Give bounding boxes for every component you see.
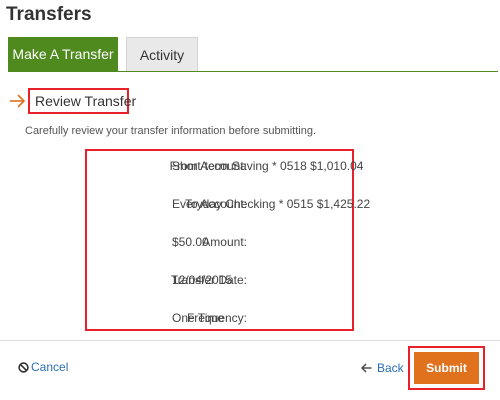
detail-label: Amount:: [202, 235, 247, 249]
review-instructions: Carefully review your transfer informati…: [25, 125, 317, 137]
detail-value: 12/04/2015: [172, 273, 233, 287]
cancel-circle-icon: [18, 361, 29, 373]
detail-value: Short-term Saving * 0518 $1,010.04: [172, 159, 364, 173]
detail-value: One Time: [172, 311, 225, 325]
submit-button[interactable]: Submit: [414, 352, 479, 384]
cancel-link[interactable]: Cancel: [18, 360, 68, 374]
cancel-label: Cancel: [31, 360, 69, 374]
tab-activity[interactable]: Activity: [126, 37, 198, 72]
arrow-left-icon: [361, 363, 372, 373]
tab-make-a-transfer[interactable]: Make A Transfer: [8, 37, 118, 72]
detail-row-frequency: Frequency: One Time: [87, 311, 352, 327]
tab-underline: [8, 71, 498, 72]
back-link[interactable]: Back: [361, 361, 404, 375]
tab-bar: Make A Transfer Activity: [8, 37, 498, 72]
transfer-details-panel: From Account: Short-term Saving * 0518 $…: [85, 149, 370, 331]
submit-highlight: Submit: [408, 346, 485, 390]
review-title: Review Transfer: [35, 93, 137, 109]
detail-row-to-account: To Account: Everyday Checking * 0515 $1,…: [87, 197, 370, 213]
review-title-highlight: Review Transfer: [28, 88, 136, 114]
detail-value: Everyday Checking * 0515 $1,425.22: [172, 197, 371, 211]
arrow-right-icon: [10, 94, 26, 108]
detail-value: $50.00: [172, 235, 209, 249]
footer-divider: [0, 340, 500, 341]
back-label: Back: [377, 361, 404, 375]
detail-row-amount: Amount: $50.00: [87, 235, 352, 251]
page-title: Transfers: [6, 4, 92, 25]
detail-row-from-account: From Account: Short-term Saving * 0518 $…: [87, 159, 364, 175]
detail-row-transfer-date: Transfer Date: 12/04/2015: [87, 273, 352, 289]
